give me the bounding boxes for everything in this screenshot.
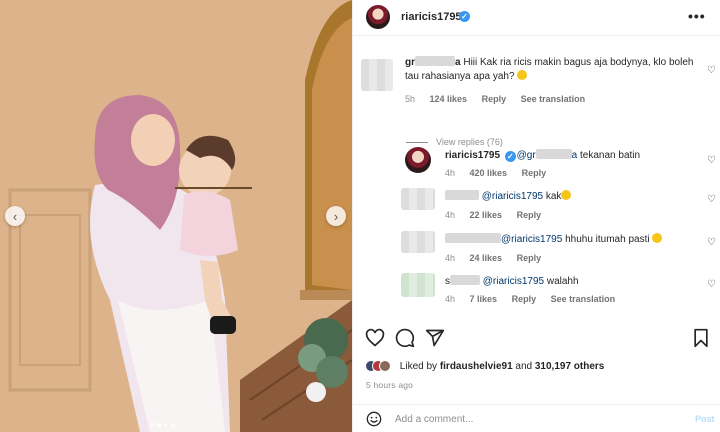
comments-list: gr a Hiii Kak ria ricis makin bagus aja b… — [353, 37, 720, 320]
comment-meta: 4h 22 likes Reply — [445, 210, 553, 220]
author-username[interactable]: riaricis1795 — [401, 11, 462, 23]
mention[interactable]: @gr a — [516, 149, 578, 161]
username-blur — [445, 233, 501, 243]
see-translation-link[interactable]: See translation — [521, 94, 586, 104]
likes-summary: Liked by firdaushelvie91 and 310,197 oth… — [365, 360, 604, 372]
carousel-dot — [150, 423, 154, 427]
heart-icon[interactable]: ♡ — [707, 155, 716, 166]
photo-illustration — [0, 0, 352, 432]
username-blur — [450, 275, 480, 285]
comment-text: kak — [545, 191, 562, 202]
verified-badge-icon: ✓ — [504, 151, 516, 162]
mention[interactable]: @riaricis1795 — [482, 191, 543, 202]
commenter-avatar[interactable] — [401, 231, 435, 253]
author-avatar[interactable] — [366, 5, 390, 29]
heart-icon[interactable] — [365, 328, 385, 348]
mention[interactable]: @riaricis1795 — [501, 234, 562, 245]
comment-text: hhuhu itumah pasti — [565, 234, 650, 245]
comment-text: walahh — [546, 276, 579, 287]
post-header: riaricis1795 ✓ ••• — [353, 0, 720, 36]
comment-meta: 5h 124 likes Reply See translation — [405, 94, 597, 104]
heart-icon[interactable]: ♡ — [707, 279, 716, 290]
comment-time: 4h — [445, 168, 456, 178]
liker-avatar — [379, 360, 391, 372]
commenter-avatar[interactable] — [405, 147, 431, 173]
comment-body: @riaricis1795 hhuhu itumah pasti — [445, 233, 695, 247]
comment-meta: 4h 24 likes Reply — [445, 253, 553, 263]
reply-button[interactable]: Reply — [482, 94, 507, 104]
post-photo[interactable]: ‹ › — [0, 0, 352, 432]
emoji-icon — [652, 233, 663, 243]
mention-visible: @gr — [516, 150, 536, 161]
comment-meta: 4h 7 likes Reply See translation — [445, 294, 627, 304]
share-icon[interactable] — [425, 328, 445, 348]
likes-count[interactable]: 310,197 others — [535, 361, 605, 372]
reply-button[interactable]: Reply — [517, 253, 542, 263]
username-visible: gr — [405, 57, 415, 68]
verified-badge-icon: ✓ — [459, 11, 470, 22]
emoji-icon — [561, 190, 572, 200]
comment-body: riaricis1795 ✓ @gr a tekanan batin — [445, 149, 695, 163]
commenter-avatar[interactable] — [401, 273, 435, 297]
comment-time: 4h — [445, 210, 456, 220]
post-actions — [353, 322, 720, 354]
comment-icon[interactable] — [395, 328, 415, 348]
emoji-icon — [517, 70, 528, 80]
username-blur — [415, 56, 455, 66]
username-tail: a — [455, 57, 461, 68]
comment-body: gr a Hiii Kak ria ricis makin bagus aja b… — [405, 56, 695, 84]
comment-time: 5h — [405, 94, 416, 104]
comment-body: @riaricis1795 kak — [445, 190, 695, 204]
carousel-dot — [171, 423, 175, 427]
carousel-dot — [164, 423, 168, 427]
reply-button[interactable]: Reply — [517, 210, 542, 220]
reply-button[interactable]: Reply — [512, 294, 537, 304]
comment-likes[interactable]: 22 likes — [470, 210, 503, 220]
see-translation-link[interactable]: See translation — [551, 294, 616, 304]
mention-tail: a — [571, 150, 578, 161]
mention-blur — [535, 149, 572, 159]
carousel-next-button[interactable]: › — [326, 206, 346, 226]
comment-time: 4h — [445, 294, 456, 304]
heart-icon[interactable]: ♡ — [707, 237, 716, 248]
commenter-username[interactable]: gr a — [405, 56, 461, 68]
comment-meta: 4h 420 likes Reply — [445, 168, 558, 178]
view-replies-link[interactable]: View replies (76) — [406, 137, 503, 147]
comment-text: tekanan batin — [580, 150, 641, 161]
carousel-dot-active — [157, 423, 161, 427]
comment-input[interactable] — [395, 411, 665, 427]
liked-by-username[interactable]: firdaushelvie91 — [440, 361, 513, 372]
comment-likes[interactable]: 124 likes — [430, 94, 468, 104]
liked-by-and: and — [515, 361, 533, 372]
commenter-avatar[interactable] — [401, 188, 435, 210]
post-time[interactable]: 5 hours ago — [366, 380, 413, 390]
reply-button[interactable]: Reply — [522, 168, 547, 178]
heart-icon[interactable]: ♡ — [707, 194, 716, 205]
commenter-username[interactable]: riaricis1795 — [445, 150, 500, 161]
liked-by-label: Liked by — [399, 361, 438, 372]
comment-body: s @riaricis1795 walahh — [445, 275, 695, 289]
add-comment-bar: Post — [353, 404, 720, 432]
commenter-avatar[interactable] — [361, 59, 393, 91]
post-comment-button[interactable]: Post — [695, 414, 715, 424]
mention[interactable]: @riaricis1795 — [483, 276, 544, 287]
comment-likes[interactable]: 420 likes — [470, 168, 508, 178]
comment-likes[interactable]: 7 likes — [470, 294, 498, 304]
username-blur — [445, 190, 479, 200]
bookmark-icon[interactable] — [691, 328, 711, 348]
carousel-prev-button[interactable]: ‹ — [5, 206, 25, 226]
post-detail-panel: riaricis1795 ✓ ••• gr a Hiii Kak ria rici… — [352, 0, 720, 432]
comment-time: 4h — [445, 253, 456, 263]
more-icon[interactable]: ••• — [688, 8, 706, 24]
comment-likes[interactable]: 24 likes — [470, 253, 503, 263]
emoji-icon[interactable] — [366, 411, 382, 427]
heart-icon[interactable]: ♡ — [707, 65, 716, 76]
carousel-dots — [150, 423, 175, 427]
